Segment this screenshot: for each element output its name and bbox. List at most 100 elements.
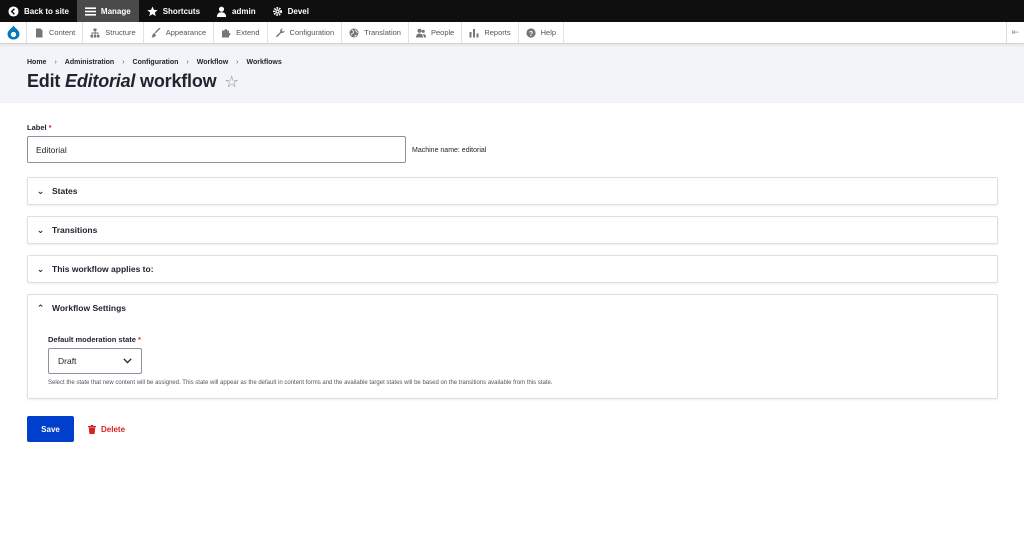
people-icon (415, 28, 426, 37)
svg-text:?: ? (528, 30, 532, 37)
puzzle-icon (222, 28, 231, 37)
wrench-icon (275, 28, 285, 37)
label-input[interactable]: Editorial (27, 136, 406, 163)
user-label: admin (232, 6, 256, 16)
shortcuts-tab[interactable]: Shortcuts (139, 0, 208, 22)
tray-item-label: Translation (364, 28, 401, 37)
drupal-logo-icon[interactable] (0, 22, 27, 43)
bar-chart-icon (469, 28, 479, 37)
tray-item-label: Reports (484, 28, 511, 37)
transitions-summary[interactable]: ⌄ Transitions (28, 217, 997, 243)
breadcrumb-home[interactable]: Home (27, 59, 46, 66)
workflow-edit-form: Label * Editorial Machine name: editorial… (0, 103, 1024, 442)
breadcrumb-workflow[interactable]: Workflow (197, 59, 228, 66)
admin-tray: Content Structure Appearance Extend Conf… (0, 22, 1024, 44)
breadcrumb: Home › Administration › Configuration › … (27, 59, 997, 66)
devel-label: Devel (287, 6, 309, 16)
devel-tab[interactable]: Devel (264, 0, 317, 22)
title-suffix: workflow (140, 71, 217, 91)
form-actions: Save Delete (27, 416, 997, 442)
default-state-select[interactable]: Draft (48, 348, 142, 374)
user-icon (216, 6, 227, 17)
tray-item-extend[interactable]: Extend (214, 22, 268, 43)
transitions-summary-label: Transitions (52, 225, 98, 235)
file-icon (36, 28, 43, 37)
hamburger-icon (84, 6, 96, 16)
states-summary[interactable]: ⌄ States (28, 178, 997, 204)
breadcrumb-separator: › (186, 59, 189, 66)
breadcrumb-workflows[interactable]: Workflows (246, 59, 281, 66)
default-state-label-text: Default moderation state (48, 335, 136, 344)
sitemap-icon (90, 28, 100, 37)
tray-item-label: Help (540, 28, 557, 37)
page-title-text: Edit Editorial workflow (27, 71, 217, 92)
tray-item-label: Appearance (165, 28, 207, 37)
chevron-down-icon: ⌄ (36, 185, 45, 196)
save-button[interactable]: Save (27, 416, 74, 442)
tray-item-label: Configuration (289, 28, 335, 37)
default-state-value: Draft (58, 356, 77, 366)
title-prefix: Edit (27, 71, 61, 91)
shortcuts-label: Shortcuts (162, 6, 201, 16)
label-field-label: Label * (27, 123, 997, 132)
globe-icon (349, 28, 359, 37)
chevron-down-icon (123, 358, 132, 364)
tray-item-structure[interactable]: Structure (83, 22, 144, 43)
brush-icon (151, 27, 161, 37)
admin-toolbar: Back to site Manage Shortcuts admin Deve… (0, 0, 1024, 22)
back-to-site-label: Back to site (24, 6, 69, 16)
star-icon (147, 5, 158, 16)
sections: ⌄ States ⌄ Transitions ⌄ This workflow a… (27, 177, 998, 399)
tray-item-people[interactable]: People (409, 22, 463, 43)
states-details: ⌄ States (27, 177, 998, 205)
default-state-description: Select the state that new content will b… (48, 380, 553, 386)
tray-item-label: Content (49, 28, 76, 37)
tray-item-reports[interactable]: Reports (462, 22, 519, 43)
tray-item-configuration[interactable]: Configuration (268, 22, 343, 43)
user-tab[interactable]: admin (208, 0, 264, 22)
breadcrumb-separator: › (54, 59, 57, 66)
delete-link[interactable]: Delete (88, 424, 126, 434)
breadcrumb-configuration[interactable]: Configuration (133, 59, 179, 66)
trash-icon (88, 424, 96, 434)
help-icon: ? (526, 27, 536, 37)
breadcrumb-administration[interactable]: Administration (65, 59, 114, 66)
settings-summary-label: Workflow Settings (52, 303, 126, 313)
manage-tab[interactable]: Manage (76, 0, 139, 22)
gear-icon (272, 6, 282, 16)
page-header: Home › Administration › Configuration › … (0, 45, 1024, 103)
settings-body: Default moderation state * Draft Select t… (28, 321, 997, 398)
tray-item-appearance[interactable]: Appearance (144, 22, 215, 43)
tray-item-label: Extend (236, 28, 260, 37)
required-marker: * (137, 335, 141, 344)
breadcrumb-separator: › (236, 59, 239, 66)
delete-label: Delete (101, 424, 126, 434)
chevron-down-icon: ⌄ (36, 224, 45, 235)
collapse-tray-icon[interactable]: ⇤ (1006, 22, 1024, 43)
required-marker: * (48, 123, 52, 132)
machine-name: Machine name: editorial (412, 147, 487, 154)
transitions-details: ⌄ Transitions (27, 216, 998, 244)
back-to-site-link[interactable]: Back to site (0, 0, 77, 22)
label-field-label-text: Label (27, 123, 47, 132)
default-state-label: Default moderation state * (48, 335, 977, 344)
chevron-down-icon: ⌄ (36, 263, 45, 274)
settings-details: ⌃ Workflow Settings Default moderation s… (27, 294, 998, 399)
shortcut-star-icon[interactable]: ☆ (224, 72, 238, 92)
applies-summary-label: This workflow applies to: (52, 264, 154, 274)
settings-summary[interactable]: ⌃ Workflow Settings (28, 295, 997, 321)
tray-item-translation[interactable]: Translation (342, 22, 409, 43)
states-summary-label: States (52, 186, 78, 196)
applies-details: ⌄ This workflow applies to: (27, 255, 998, 283)
title-name: Editorial (65, 71, 136, 91)
page-title: Edit Editorial workflow ☆ (27, 71, 997, 92)
label-field-row: Editorial Machine name: editorial (27, 136, 997, 163)
tray-item-help[interactable]: ? Help (519, 22, 565, 43)
chevron-up-icon: ⌃ (36, 302, 45, 313)
back-arrow-icon (8, 5, 19, 17)
applies-summary[interactable]: ⌄ This workflow applies to: (28, 256, 997, 282)
tray-item-content[interactable]: Content (27, 22, 84, 43)
tray-item-label: People (430, 28, 455, 37)
manage-label: Manage (100, 6, 131, 16)
breadcrumb-separator: › (122, 59, 125, 66)
